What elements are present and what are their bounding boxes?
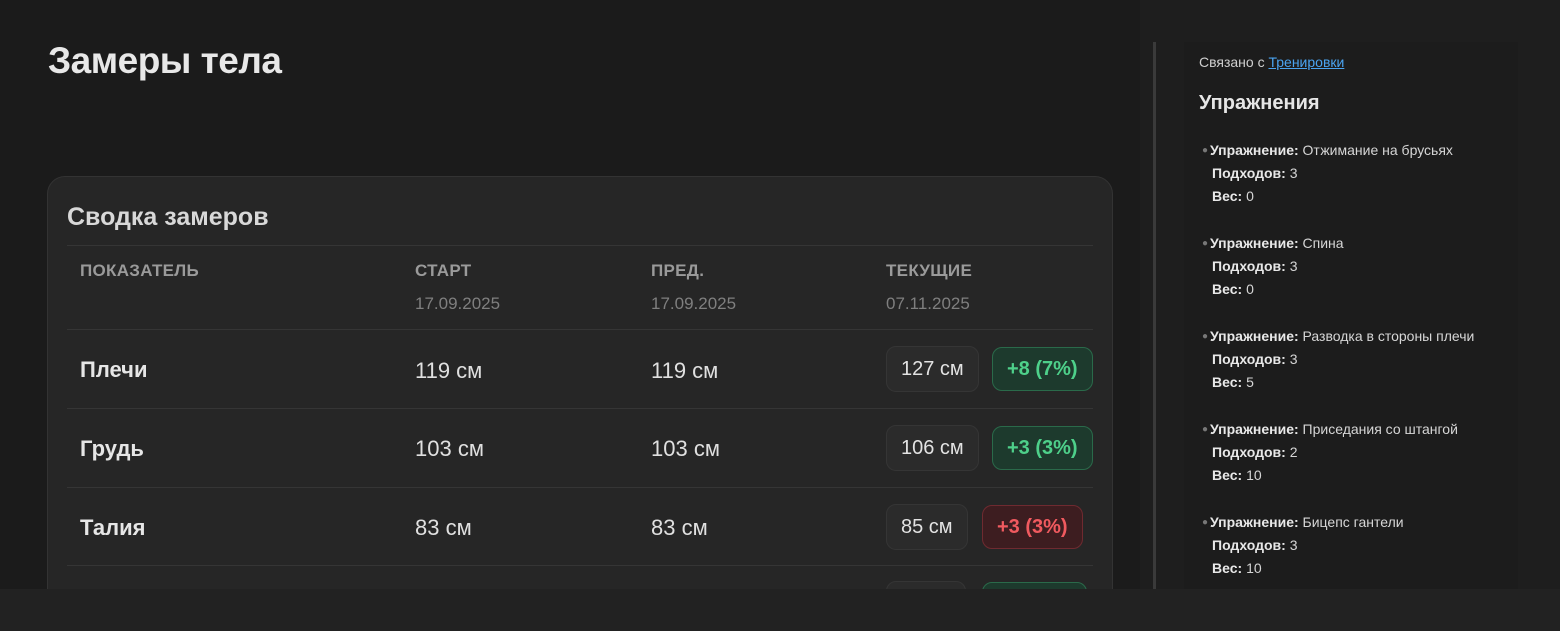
sets-label: Подходов:	[1212, 351, 1286, 367]
row-delta-badge: +3 (3%)	[992, 426, 1093, 470]
row-metric-name: Талия	[80, 515, 146, 540]
row-prev-value: 83 см	[651, 515, 708, 540]
sets-label: Подходов:	[1212, 258, 1286, 274]
bullet-icon: ●	[1202, 331, 1209, 342]
exercise-name: Спина	[1302, 235, 1344, 251]
panel-divider	[1153, 42, 1156, 589]
weight-label: Вес:	[1212, 560, 1243, 576]
row-metric-name: Грудь	[80, 436, 144, 461]
exercise-item: ● Упражнение: Разводка в стороны плечи П…	[1202, 325, 1475, 394]
exercises-heading: Упражнения	[1199, 92, 1320, 114]
exercise-label: Упражнение:	[1210, 142, 1299, 158]
exercise-label: Упражнение:	[1210, 514, 1299, 530]
col-date-current: 07.11.2025	[886, 294, 970, 313]
main-content: Замеры тела Сводка замеров Показатель Ст…	[0, 0, 1140, 589]
row-start-value: 103 см	[415, 436, 484, 461]
page-title: Замеры тела	[48, 40, 282, 81]
exercise-sets: 3	[1289, 165, 1298, 181]
exercise-weight: 10	[1246, 560, 1262, 576]
exercise-name: Приседания со штангой	[1302, 421, 1458, 437]
exercise-sets: 2	[1289, 444, 1298, 460]
related-prefix: Связано с	[1199, 54, 1265, 70]
sets-label: Подходов:	[1212, 165, 1286, 181]
row-metric-name: Плечи	[80, 357, 148, 382]
exercise-sets: 3	[1289, 537, 1298, 553]
col-header-metric: Показатель	[80, 261, 200, 280]
exercise-item: ● Упражнение: Спина Подходов: 3 Вес: 0	[1202, 232, 1344, 301]
col-date-prev: 17.09.2025	[651, 294, 737, 313]
col-header-current: Текущие	[886, 261, 973, 280]
bullet-icon: ●	[1202, 424, 1209, 435]
sets-label: Подходов:	[1212, 537, 1286, 553]
exercise-name: Бицепс гантели	[1302, 514, 1404, 530]
row-delta-badge: +8 (7%)	[992, 347, 1093, 391]
sets-label: Подходов:	[1212, 444, 1286, 460]
divider	[67, 565, 1093, 566]
exercise-weight: 10	[1246, 467, 1262, 483]
row-start-value: 83 см	[415, 515, 472, 540]
summary-card: Сводка замеров Показатель Старт Пред. Те…	[47, 176, 1113, 589]
exercise-weight: 0	[1246, 188, 1254, 204]
exercise-item: ● Упражнение: Приседания со штангой Подх…	[1202, 418, 1458, 487]
weight-label: Вес:	[1212, 374, 1243, 390]
col-date-start: 17.09.2025	[415, 294, 501, 313]
exercise-weight: 0	[1246, 281, 1254, 297]
col-header-prev: Пред.	[651, 261, 705, 280]
exercise-item: ● Упражнение: Бицепс гантели Подходов: 3…	[1202, 511, 1404, 580]
exercise-sets: 3	[1289, 258, 1298, 274]
exercise-label: Упражнение:	[1210, 328, 1299, 344]
weight-label: Вес:	[1212, 188, 1243, 204]
row-prev-value: 103 см	[651, 436, 720, 461]
row-current-value: 106 см	[886, 425, 979, 471]
divider	[67, 329, 1093, 330]
divider	[67, 245, 1093, 246]
weight-label: Вес:	[1212, 281, 1243, 297]
divider	[67, 487, 1093, 488]
exercise-sets: 3	[1289, 351, 1298, 367]
summary-title: Сводка замеров	[67, 203, 269, 231]
exercise-weight: 5	[1246, 374, 1254, 390]
row-delta-badge	[982, 582, 1087, 589]
divider	[67, 408, 1093, 409]
col-header-start: Старт	[415, 261, 472, 280]
weight-label: Вес:	[1212, 467, 1243, 483]
bullet-icon: ●	[1202, 517, 1209, 528]
related-line: Связано с Тренировки	[1199, 54, 1344, 70]
exercise-name: Отжимание на брусьях	[1302, 142, 1453, 158]
app-frame: Замеры тела Сводка замеров Показатель Ст…	[0, 0, 1560, 589]
bullet-icon: ●	[1202, 238, 1209, 249]
row-current-value: 127 см	[886, 346, 979, 392]
row-delta-badge: +3 (3%)	[982, 505, 1083, 549]
exercise-name: Разводка в стороны плечи	[1302, 328, 1475, 344]
row-start-value: 119 см	[415, 358, 483, 383]
exercise-label: Упражнение:	[1210, 235, 1299, 251]
row-current-value: 85 см	[886, 504, 968, 550]
exercise-item: ● Упражнение: Отжимание на брусьях Подхо…	[1202, 139, 1453, 208]
row-prev-value: 119 см	[651, 358, 719, 383]
bullet-icon: ●	[1202, 145, 1209, 156]
row-current-value	[886, 581, 966, 589]
related-link-workouts[interactable]: Тренировки	[1268, 54, 1344, 70]
exercise-label: Упражнение:	[1210, 421, 1299, 437]
sidebar: Связано с Тренировки Упражнения ● Упражн…	[1184, 42, 1518, 589]
